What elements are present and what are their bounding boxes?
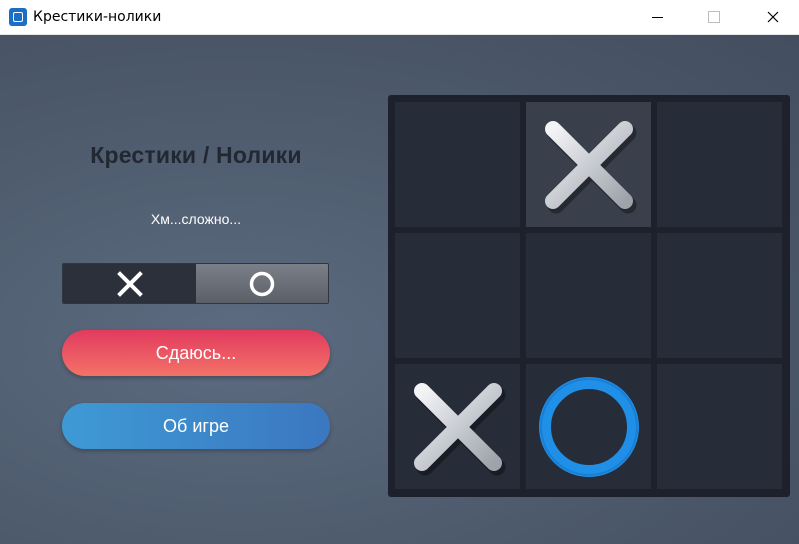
- toggle-option-x[interactable]: [63, 264, 196, 303]
- title-bar: Крестики-нолики: [0, 0, 799, 35]
- cross-mark-icon: [544, 120, 636, 213]
- game-board: [388, 95, 790, 497]
- status-text: Хм...сложно...: [150, 211, 242, 227]
- circle-mark-icon: [538, 376, 639, 477]
- minimize-icon: [651, 16, 663, 18]
- about-button[interactable]: Об игре: [62, 403, 330, 449]
- board-cell[interactable]: [395, 233, 520, 358]
- circle-icon: [249, 271, 275, 296]
- game-area: Крестики / Нолики Хм...сложно... Сдаюсь.…: [0, 35, 799, 544]
- board-cell[interactable]: [395, 364, 520, 489]
- game-heading: Крестики / Нолики: [90, 142, 302, 168]
- window-title: Крестики-нолики: [33, 9, 162, 25]
- app-icon: [9, 8, 27, 26]
- board-cell[interactable]: [526, 102, 651, 227]
- maximize-button[interactable]: [691, 0, 737, 34]
- maximize-icon: [708, 11, 720, 23]
- board-cell[interactable]: [526, 364, 651, 489]
- close-button[interactable]: [750, 0, 796, 34]
- board-cell[interactable]: [657, 102, 782, 227]
- close-icon: [767, 11, 779, 23]
- board-cell[interactable]: [395, 102, 520, 227]
- surrender-button[interactable]: Сдаюсь...: [62, 330, 330, 376]
- toggle-option-o[interactable]: [196, 264, 328, 303]
- board-cell[interactable]: [657, 364, 782, 489]
- cross-icon: [116, 270, 143, 297]
- board-cell[interactable]: [657, 233, 782, 358]
- board-cell[interactable]: [526, 233, 651, 358]
- minimize-button[interactable]: [634, 0, 680, 34]
- cross-mark-icon: [413, 382, 505, 475]
- symbol-toggle: [62, 263, 329, 304]
